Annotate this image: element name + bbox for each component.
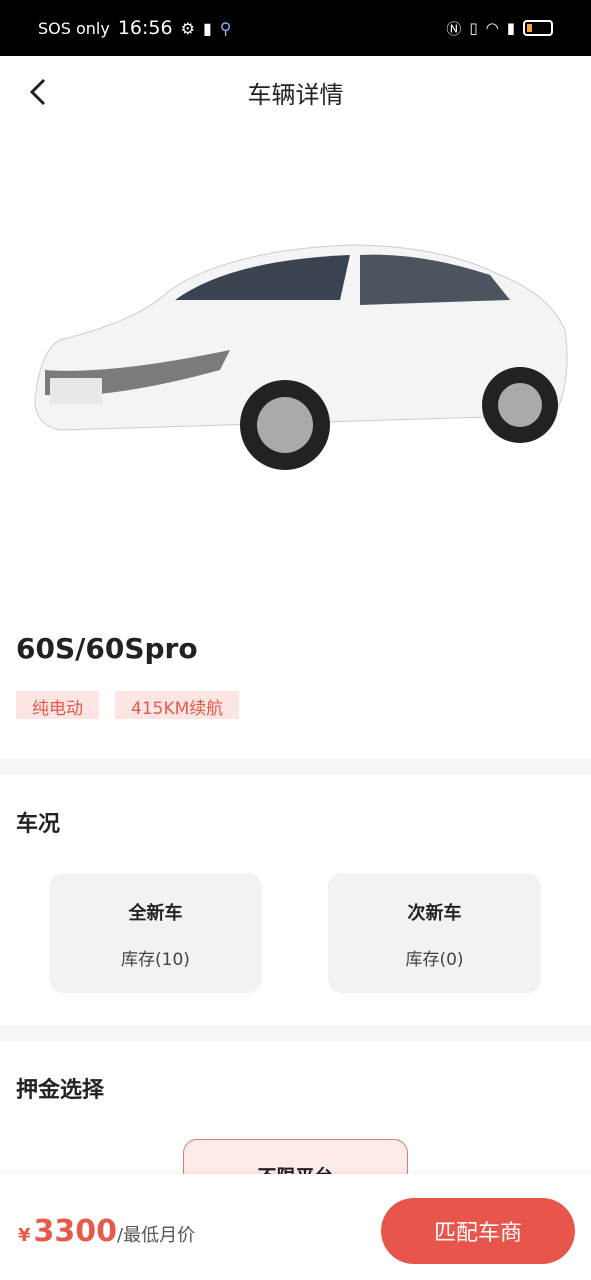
- nfc-icon: Ⓝ: [446, 19, 462, 38]
- option-stock: 库存(10): [121, 950, 190, 970]
- divider: [0, 759, 591, 775]
- battery-low-icon: [523, 20, 553, 36]
- condition-option-used[interactable]: 次新车 库存(0): [328, 873, 541, 993]
- option-label: 全新车: [128, 903, 183, 924]
- sim-alert-icon: ▮: [506, 19, 515, 37]
- gear-icon: ⚙: [180, 18, 195, 38]
- currency: ¥: [18, 1225, 31, 1246]
- tag: 415KM续航: [115, 691, 240, 719]
- price-value: 3300: [33, 1214, 118, 1249]
- tag: 纯电动: [16, 691, 99, 719]
- condition-option-new[interactable]: 全新车 库存(10): [49, 873, 262, 993]
- status-bar: SOS only 16:56 ⚙ ▮ ⚲ Ⓝ ▯ ◠ ▮: [0, 0, 591, 56]
- chevron-left-icon[interactable]: [22, 74, 58, 110]
- wifi-icon: ◠: [485, 19, 499, 37]
- price-unit: /最低月价: [117, 1225, 196, 1246]
- battery-alert-icon: ▮: [202, 18, 212, 38]
- divider: [0, 1025, 591, 1041]
- clock: 16:56: [117, 17, 173, 39]
- price: ¥ 3300 /最低月价: [18, 1214, 195, 1249]
- bottom-bar: ¥ 3300 /最低月价 匹配车商: [0, 1174, 591, 1280]
- option-stock: 库存(0): [405, 950, 464, 970]
- location-icon: ⚲: [219, 18, 232, 38]
- vehicle-name: 60S/60Spro: [16, 632, 198, 665]
- section-title-deposit: 押金选择: [16, 1078, 105, 1103]
- page-title: 车辆详情: [247, 80, 344, 109]
- vehicle-tags: 纯电动 415KM续航: [16, 691, 240, 719]
- match-dealer-button[interactable]: 匹配车商: [381, 1198, 575, 1264]
- car-image: [34, 244, 568, 470]
- option-label: 次新车: [407, 903, 462, 924]
- carrier-text: SOS only: [38, 18, 110, 38]
- vibrate-icon: ▯: [469, 19, 478, 37]
- section-title-condition: 车况: [16, 812, 61, 837]
- nav-bar: 车辆详情: [0, 56, 591, 128]
